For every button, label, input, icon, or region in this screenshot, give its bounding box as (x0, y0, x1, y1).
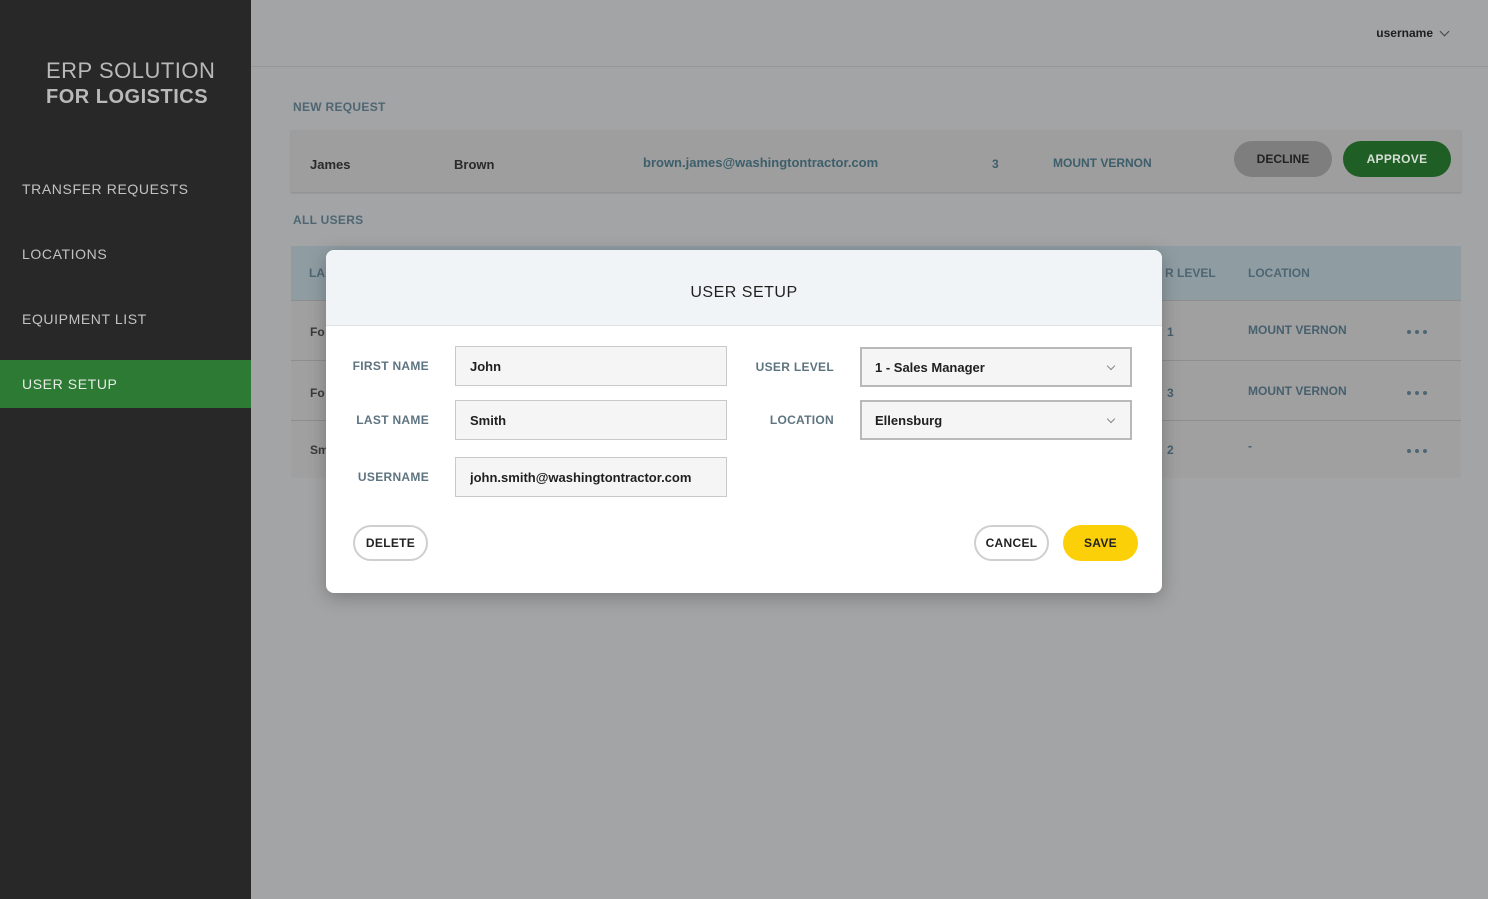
modal-title: USER SETUP (690, 283, 798, 301)
column-header-location: LOCATION (1248, 266, 1310, 280)
username-label: username (1376, 26, 1433, 40)
modal-header: USER SETUP (326, 250, 1162, 326)
sidebar-item-label: LOCATIONS (22, 246, 108, 262)
user-level-label: USER LEVEL (755, 360, 834, 374)
username-label: USERNAME (357, 470, 429, 484)
chevron-down-icon (1439, 26, 1450, 36)
location-value: Ellensburg (875, 412, 943, 428)
sidebar-item-label: TRANSFER REQUESTS (22, 181, 189, 197)
request-level: 3 (992, 157, 999, 171)
sidebar-item-label: EQUIPMENT LIST (22, 311, 147, 327)
brand-line-2: FOR LOGISTICS (46, 86, 209, 108)
last-name-field[interactable] (455, 400, 727, 440)
sidebar-item-label: USER SETUP (22, 376, 118, 392)
delete-button[interactable]: DELETE (353, 525, 428, 561)
column-header-last-name: LA (309, 266, 325, 280)
user-level-select[interactable]: 1 - Sales Manager (860, 347, 1132, 387)
decline-button[interactable]: DECLINE (1234, 141, 1332, 177)
sidebar: ERP SOLUTION FOR LOGISTICS TRANSFER REQU… (0, 0, 251, 899)
save-button[interactable]: SAVE (1063, 525, 1138, 561)
more-options-icon[interactable] (1407, 330, 1427, 334)
sidebar-item-locations[interactable]: LOCATIONS (0, 230, 251, 278)
cell-user-level: 1 (1167, 325, 1174, 339)
more-options-icon[interactable] (1407, 391, 1427, 395)
request-location: MOUNT VERNON (1053, 156, 1152, 170)
approve-button[interactable]: APPROVE (1343, 141, 1451, 177)
cell-location: - (1248, 439, 1252, 453)
new-request-heading: NEW REQUEST (293, 100, 386, 114)
last-name-label: LAST NAME (356, 413, 429, 427)
sidebar-item-user-setup[interactable]: USER SETUP (0, 360, 251, 408)
sidebar-item-transfer-requests[interactable]: TRANSFER REQUESTS (0, 165, 251, 213)
brand-logo: ERP SOLUTION FOR LOGISTICS (46, 58, 215, 110)
all-users-heading: ALL USERS (293, 213, 364, 227)
user-menu[interactable]: username (1376, 26, 1450, 40)
sidebar-item-equipment-list[interactable]: EQUIPMENT LIST (0, 295, 251, 343)
first-name-label: FIRST NAME (352, 359, 429, 373)
cancel-button[interactable]: CANCEL (974, 525, 1049, 561)
cell-user-level: 2 (1167, 443, 1174, 457)
username-field[interactable] (455, 457, 727, 497)
cell-last-name: Fo (310, 386, 325, 400)
chevron-down-icon (1106, 414, 1116, 424)
request-last-name: Brown (454, 157, 495, 172)
cell-user-level: 3 (1167, 386, 1174, 400)
new-request-card: James Brown brown.james@washingtontracto… (291, 130, 1461, 192)
cell-location: MOUNT VERNON (1248, 384, 1347, 398)
more-options-icon[interactable] (1407, 449, 1427, 453)
location-label: LOCATION (769, 413, 834, 427)
chevron-down-icon (1106, 361, 1116, 371)
cell-location: MOUNT VERNON (1248, 323, 1347, 337)
request-email: brown.james@washingtontractor.com (643, 155, 879, 170)
top-bar: username (251, 0, 1488, 67)
column-header-user-level: R LEVEL (1165, 266, 1216, 280)
user-level-value: 1 - Sales Manager (875, 359, 985, 375)
first-name-field[interactable] (455, 346, 727, 386)
user-setup-modal: USER SETUP FIRST NAME LAST NAME USERNAME… (326, 250, 1162, 593)
cell-last-name: Fo (310, 325, 325, 339)
request-first-name: James (310, 157, 351, 172)
brand-line-1: ERP SOLUTION (46, 58, 216, 83)
location-select[interactable]: Ellensburg (860, 400, 1132, 440)
